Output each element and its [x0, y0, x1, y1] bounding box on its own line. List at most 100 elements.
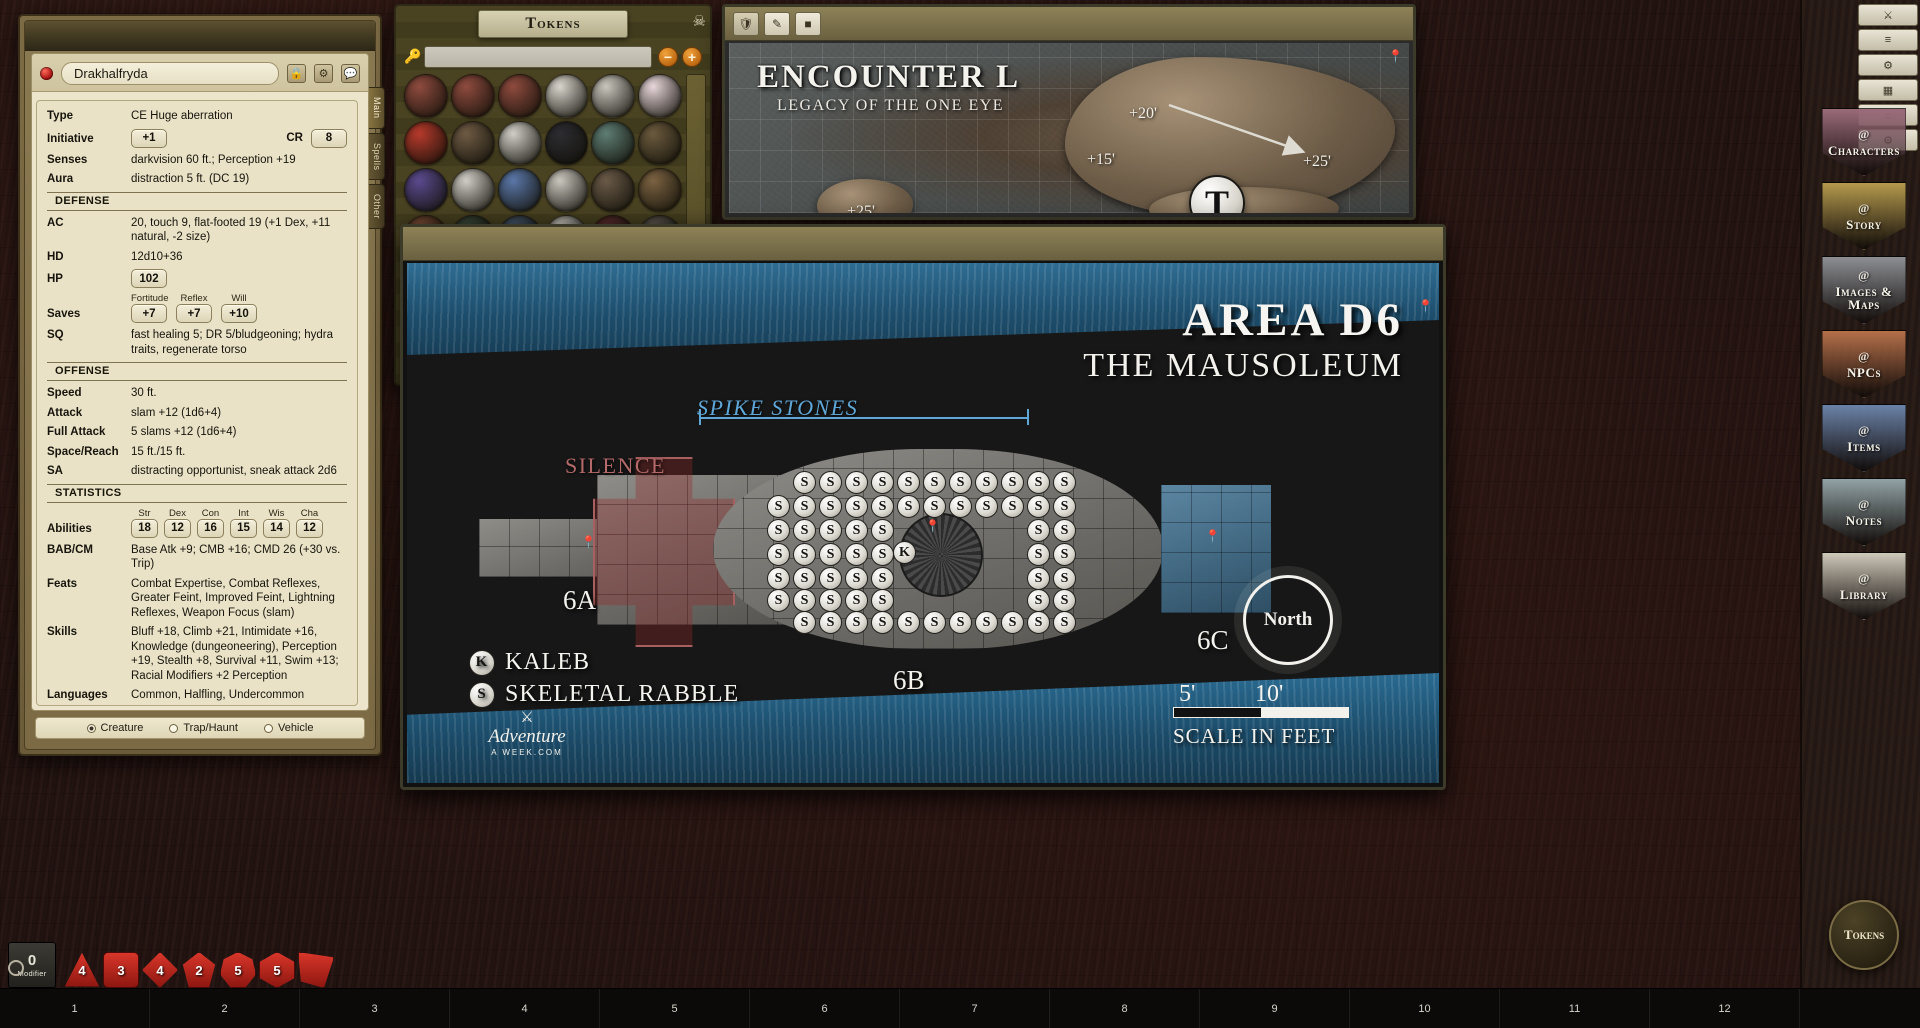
token-thumbnail[interactable]	[404, 167, 448, 212]
token-thumbnail[interactable]	[450, 120, 495, 165]
die-d8[interactable]: 4	[142, 952, 178, 988]
token-thumbnail[interactable]	[638, 167, 683, 212]
ability-wis[interactable]: 14	[263, 518, 290, 538]
npc-type-radio-group[interactable]: Creature Trap/Haunt Vehicle	[35, 717, 365, 739]
map-pin-icon[interactable]: 📍	[581, 535, 596, 549]
skeleton-mark[interactable]: S	[845, 589, 868, 612]
skeleton-mark[interactable]: S	[1027, 495, 1050, 518]
token-thumbnail[interactable]	[544, 74, 589, 118]
sidebar-category-buttons[interactable]: @ Characters @ Story @ Images & Maps @ NPCs @ Ite…	[1822, 108, 1906, 626]
skeleton-mark[interactable]: S	[1027, 471, 1050, 494]
skeleton-mark[interactable]: S	[819, 611, 842, 634]
ability-cha[interactable]: 12	[296, 518, 323, 538]
skeleton-mark[interactable]: S	[767, 495, 790, 518]
skeleton-mark[interactable]: S	[845, 567, 868, 590]
skeleton-mark[interactable]: S	[871, 519, 894, 542]
tokens-zoom-in-button[interactable]: +	[682, 47, 702, 67]
area-map-toolbar[interactable]	[403, 227, 1443, 261]
skeleton-mark[interactable]: S	[923, 495, 946, 518]
skeleton-mark[interactable]: S	[975, 471, 998, 494]
map-pin-icon[interactable]: 📍	[1388, 49, 1403, 63]
save-reflex[interactable]: +7	[176, 304, 212, 323]
dice-buttons[interactable]: 434255	[64, 952, 334, 988]
die-d20[interactable]: 5	[259, 952, 295, 988]
hp-value[interactable]: 102	[131, 269, 167, 288]
npc-sheet-window[interactable]: Main Spells Other Drakhalfryda 🔒 ⚙ 💬 Typ…	[18, 14, 385, 756]
skeleton-mark[interactable]: S	[793, 611, 816, 634]
token-thumbnail[interactable]	[497, 120, 542, 165]
skeleton-mark[interactable]: S	[1053, 589, 1076, 612]
skeleton-mark[interactable]: S	[1001, 611, 1024, 634]
skeleton-mark[interactable]: S	[949, 495, 972, 518]
ability-int[interactable]: 15	[230, 518, 257, 538]
skeleton-mark[interactable]: S	[1053, 471, 1076, 494]
skeleton-mark[interactable]: S	[767, 589, 790, 612]
skeleton-mark[interactable]: S	[871, 589, 894, 612]
skeleton-mark[interactable]: S	[793, 589, 816, 612]
sidebar-tokens-button[interactable]: Tokens	[1829, 900, 1899, 970]
sidebar-item-npcs[interactable]: @ NPCs	[1822, 330, 1906, 398]
die-d4[interactable]: 4	[64, 952, 100, 987]
skeleton-mark[interactable]: S	[949, 471, 972, 494]
skeleton-mark[interactable]: S	[1027, 611, 1050, 634]
skeleton-mark[interactable]: S	[871, 495, 894, 518]
skeleton-mark[interactable]: S	[1053, 519, 1076, 542]
save-fortitude[interactable]: +7	[131, 304, 167, 323]
area-map-window[interactable]: AREA D6 THE MAUSOLEUM SPIKE STONES SILEN…	[400, 224, 1446, 790]
skeleton-mark[interactable]: S	[793, 519, 816, 542]
skeleton-mark[interactable]: S	[1001, 471, 1024, 494]
skeleton-mark[interactable]: S	[975, 495, 998, 518]
skeleton-mark[interactable]: S	[871, 543, 894, 566]
skeleton-mark[interactable]: S	[793, 543, 816, 566]
skeleton-mark[interactable]: S	[819, 567, 842, 590]
skeleton-mark[interactable]: S	[1001, 495, 1024, 518]
radio-trap-haunt[interactable]: Trap/Haunt	[169, 722, 238, 734]
skeleton-mark[interactable]: S	[1053, 611, 1076, 634]
token-thumbnail[interactable]	[638, 120, 683, 165]
skeleton-mark[interactable]: S	[949, 611, 972, 634]
sidebar-item-images-maps[interactable]: @ Images & Maps	[1822, 256, 1906, 324]
token-thumbnail[interactable]	[497, 167, 542, 212]
skeleton-mark[interactable]: S	[793, 567, 816, 590]
die-d6[interactable]: 3	[103, 952, 139, 988]
skeleton-mark[interactable]: S	[845, 519, 868, 542]
map-pin-icon[interactable]: 📍	[1205, 529, 1220, 543]
skeleton-mark[interactable]: S	[975, 611, 998, 634]
chat-icon[interactable]: 💬	[341, 64, 360, 83]
token-thumbnail[interactable]	[591, 74, 636, 118]
link-icon[interactable]: ⚙	[314, 64, 333, 83]
skeleton-mark[interactable]: S	[767, 543, 790, 566]
token-thumbnail[interactable]	[544, 120, 589, 165]
lock-icon[interactable]: 🔒	[287, 64, 306, 83]
sidebar-item-characters[interactable]: @ Characters	[1822, 108, 1906, 176]
skeleton-mark[interactable]: S	[871, 611, 894, 634]
shield-icon[interactable]: 🛡	[733, 11, 759, 36]
token-thumbnail[interactable]	[497, 74, 542, 118]
skeleton-mark[interactable]: S	[845, 611, 868, 634]
ability-dex[interactable]: 12	[164, 518, 191, 538]
sidebar-item-items[interactable]: @ Items	[1822, 404, 1906, 472]
pencil-icon[interactable]: ✎	[764, 11, 790, 36]
ability-str[interactable]: 18	[131, 518, 158, 538]
skeleton-mark[interactable]: S	[819, 519, 842, 542]
cr-value[interactable]: 8	[311, 128, 347, 148]
sidebar-list-icon[interactable]: ≡	[1858, 29, 1918, 51]
skeleton-mark[interactable]: S	[923, 471, 946, 494]
skeleton-mark[interactable]: S	[1027, 567, 1050, 590]
skeleton-mark[interactable]: S	[923, 611, 946, 634]
radio-vehicle[interactable]: Vehicle	[263, 722, 313, 734]
sidebar-item-library[interactable]: @ Library	[1822, 552, 1906, 620]
skeleton-mark[interactable]: S	[1027, 589, 1050, 612]
skeleton-mark[interactable]: S	[819, 495, 842, 518]
encounter-map-window[interactable]: 🛡 ✎ ■ ENCOUNTER L LEGACY OF THE ONE EYE …	[722, 4, 1416, 220]
die-d10[interactable]: 2	[182, 952, 216, 988]
tokens-search-input[interactable]	[424, 46, 652, 68]
skeleton-mark[interactable]: S	[897, 471, 920, 494]
token-thumbnail[interactable]	[638, 74, 683, 118]
sidebar-swords-icon[interactable]: ⚔	[1858, 4, 1918, 26]
skeleton-mark[interactable]: S	[819, 471, 842, 494]
kaleb-mark[interactable]: K	[893, 541, 916, 564]
token-thumbnail[interactable]	[450, 167, 495, 212]
skeleton-mark[interactable]: S	[1053, 543, 1076, 566]
skeleton-mark[interactable]: S	[845, 543, 868, 566]
